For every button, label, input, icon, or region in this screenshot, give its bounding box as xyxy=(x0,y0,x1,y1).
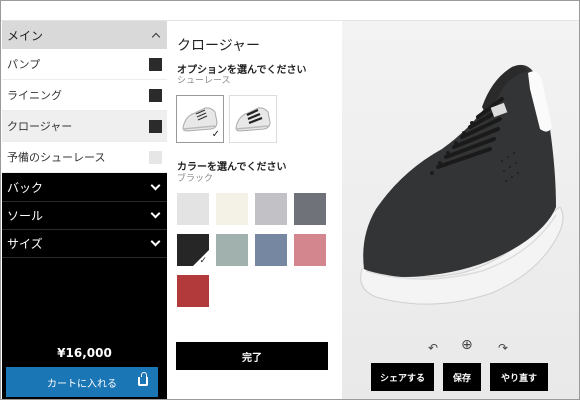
shoe-preview: ↶ ⊕ ↷ シェアする 保存 やり直す xyxy=(342,21,579,399)
sidebar: メイン パンプ ライニング クロージャー 予備のシューレース バック ソール サ… xyxy=(2,21,167,399)
category-label: バック xyxy=(7,181,44,195)
sidebar-main-header[interactable]: メイン xyxy=(2,21,167,49)
sidebar-item-lining[interactable]: ライニング xyxy=(2,80,167,111)
color-swatch-icon xyxy=(149,57,162,71)
color-swatch[interactable] xyxy=(255,193,287,225)
color-swatch[interactable] xyxy=(294,193,326,225)
rotate-right-icon[interactable]: ↷ xyxy=(498,341,508,355)
sidebar-item-label: パンプ xyxy=(7,58,41,71)
redo-label: やり直す xyxy=(500,373,537,384)
chevron-down-icon xyxy=(150,180,161,191)
shopping-bag-icon xyxy=(138,372,148,386)
option-thumb-straps[interactable] xyxy=(229,95,277,143)
price: ¥16,000 xyxy=(57,346,112,360)
color-swatch[interactable] xyxy=(255,234,287,266)
color-swatch[interactable] xyxy=(294,234,326,266)
sidebar-category-back[interactable]: バック xyxy=(2,174,167,202)
panel-title: クロージャー xyxy=(177,38,261,54)
chevron-down-icon xyxy=(150,236,161,247)
checkmark-icon: ✓ xyxy=(211,129,220,140)
shoe-image xyxy=(360,64,564,305)
option-value: シューレース xyxy=(177,76,231,86)
sidebar-item-pump[interactable]: パンプ xyxy=(2,49,167,80)
sidebar-item-label: クロージャー xyxy=(7,120,73,133)
save-label: 保存 xyxy=(452,373,471,384)
save-button[interactable]: 保存 xyxy=(443,363,481,391)
top-strip xyxy=(1,1,579,21)
color-swatch[interactable]: ✓ xyxy=(177,234,209,266)
color-value: ブラック xyxy=(177,174,214,184)
color-swatch[interactable] xyxy=(177,275,209,307)
done-label: 完了 xyxy=(242,352,262,364)
category-label: ソール xyxy=(7,209,44,223)
sidebar-item-label: ライニング xyxy=(7,89,62,102)
color-swatch-icon xyxy=(149,88,162,102)
share-button[interactable]: シェアする xyxy=(371,363,434,391)
chevron-down-icon xyxy=(150,208,161,219)
customizer-window: メイン パンプ ライニング クロージャー 予備のシューレース バック ソール サ… xyxy=(0,0,580,400)
chevron-up-icon xyxy=(151,32,161,41)
color-swatch[interactable] xyxy=(177,193,209,225)
add-to-cart-label: カートに入れる xyxy=(47,378,117,390)
zoom-in-icon[interactable]: ⊕ xyxy=(461,337,473,353)
color-swatch[interactable] xyxy=(216,234,248,266)
shoe-thumbnail-icon xyxy=(235,107,271,132)
options-panel: クロージャー オプションを選んでください シューレース ✓ カラーを選んでくださ… xyxy=(167,21,342,399)
color-swatch[interactable] xyxy=(216,193,248,225)
option-thumb-laces[interactable]: ✓ xyxy=(176,95,224,143)
sidebar-item-closure[interactable]: クロージャー xyxy=(2,111,167,142)
share-label: シェアする xyxy=(379,373,425,384)
sidebar-item-label: 予備のシューレース xyxy=(7,151,106,164)
sidebar-item-spare-laces[interactable]: 予備のシューレース xyxy=(2,142,167,173)
color-swatch-icon xyxy=(149,119,162,133)
redo-button[interactable]: やり直す xyxy=(490,363,548,391)
add-to-cart-button[interactable]: カートに入れる xyxy=(6,367,158,397)
color-swatch-icon xyxy=(149,150,162,164)
checkmark-icon: ✓ xyxy=(199,256,207,266)
category-label: サイズ xyxy=(7,237,43,251)
rotate-left-icon[interactable]: ↶ xyxy=(428,341,438,355)
sidebar-category-size[interactable]: サイズ xyxy=(2,230,167,258)
sidebar-category-sole[interactable]: ソール xyxy=(2,202,167,230)
done-button[interactable]: 完了 xyxy=(176,342,328,370)
main-label: メイン xyxy=(7,28,44,43)
